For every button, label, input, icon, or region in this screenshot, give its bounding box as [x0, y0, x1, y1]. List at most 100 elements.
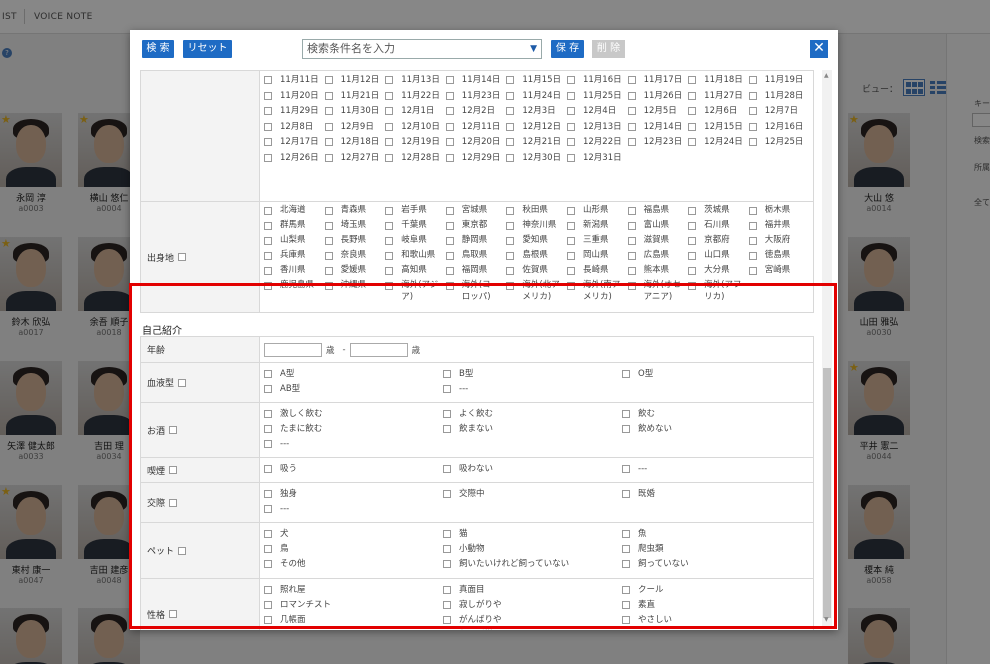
birthplace-option[interactable]: 岡山県 [566, 249, 628, 261]
birthplace-option[interactable]: 神奈川県 [506, 219, 567, 231]
checkbox[interactable] [566, 267, 575, 275]
birthday-option[interactable]: 12月8日 [264, 120, 325, 136]
checkbox[interactable] [748, 237, 757, 245]
checkbox[interactable] [324, 153, 333, 162]
alcohol-option[interactable]: --- [264, 437, 443, 452]
checkbox[interactable] [506, 252, 515, 260]
birthday-option[interactable]: 11月22日 [385, 89, 446, 105]
checkbox[interactable] [264, 282, 272, 290]
checkbox[interactable] [506, 237, 515, 245]
checkbox[interactable] [622, 370, 630, 378]
checkbox[interactable] [627, 207, 636, 215]
checkbox[interactable] [506, 91, 515, 100]
checkbox[interactable] [445, 153, 454, 162]
birthday-option[interactable]: 11月17日 [627, 73, 689, 89]
birthday-option[interactable]: 11月28日 [748, 89, 810, 105]
checkbox[interactable] [622, 490, 630, 498]
birthplace-option[interactable]: 鹿児島県 [264, 279, 325, 291]
checkbox[interactable] [264, 410, 272, 418]
checkbox[interactable] [324, 107, 333, 115]
checkbox[interactable] [688, 207, 697, 215]
blood-option[interactable]: O型 [622, 367, 801, 382]
checkbox[interactable] [385, 91, 394, 100]
birthplace-option[interactable]: 滋賀県 [627, 234, 689, 246]
checkbox[interactable] [622, 545, 630, 553]
personality-all-checkbox[interactable] [169, 610, 178, 618]
birthplace-option[interactable]: 海外(南アメリカ) [566, 279, 628, 306]
checkbox[interactable] [445, 107, 454, 115]
checkbox[interactable] [506, 207, 515, 215]
checkbox[interactable] [264, 138, 272, 146]
condition-name-select[interactable]: 検索条件名を入力 ▼ [302, 39, 542, 59]
checkbox[interactable] [506, 138, 515, 146]
save-button[interactable]: 保 存 [551, 40, 584, 58]
birthday-option[interactable]: 11月11日 [264, 73, 325, 89]
personality-option[interactable]: 照れ屋 [264, 583, 443, 598]
blood-option[interactable]: A型 [264, 367, 443, 382]
pet-option[interactable]: 鳥 [264, 542, 443, 557]
checkbox[interactable] [627, 267, 636, 275]
birthday-option[interactable]: 12月22日 [566, 135, 628, 151]
pet-option[interactable]: 犬 [264, 527, 443, 542]
birthplace-option[interactable]: 山形県 [566, 204, 628, 216]
checkbox[interactable] [688, 107, 697, 115]
checkbox[interactable] [566, 107, 575, 115]
pet-option[interactable]: 飼っていない [622, 557, 801, 572]
birthday-option[interactable]: 12月6日 [688, 104, 749, 120]
checkbox[interactable] [748, 107, 757, 115]
checkbox[interactable] [688, 252, 697, 260]
blood-option[interactable]: AB型 [264, 382, 443, 397]
checkbox[interactable] [748, 76, 757, 84]
birthday-option[interactable]: 12月28日 [385, 151, 446, 167]
checkbox[interactable] [264, 425, 272, 433]
birthday-option[interactable]: 12月30日 [506, 151, 567, 167]
birthday-option[interactable]: 12月11日 [445, 120, 507, 136]
checkbox[interactable] [264, 222, 272, 230]
checkbox[interactable] [748, 222, 757, 230]
checkbox[interactable] [748, 91, 757, 100]
birthplace-option[interactable]: 兵庫県 [264, 249, 325, 261]
birthplace-option[interactable]: 広島県 [627, 249, 689, 261]
checkbox[interactable] [443, 616, 451, 624]
checkbox[interactable] [443, 545, 451, 553]
birthday-option[interactable]: 11月27日 [688, 89, 749, 105]
checkbox[interactable] [445, 122, 454, 131]
checkbox[interactable] [627, 122, 636, 131]
personality-option[interactable]: おおらか [622, 628, 801, 630]
birthplace-option[interactable]: 沖縄県 [324, 279, 386, 291]
checkbox[interactable] [443, 601, 451, 609]
age-min-input[interactable] [264, 343, 322, 357]
smoking-option[interactable]: 吸わない [443, 462, 622, 477]
birthday-option[interactable]: 11月13日 [385, 73, 446, 89]
personality-option[interactable]: 真面目 [443, 583, 622, 598]
birthplace-option[interactable]: 海外(北アメリカ) [506, 279, 567, 306]
checkbox[interactable] [748, 122, 757, 131]
checkbox[interactable] [627, 282, 636, 290]
birthday-option[interactable]: 12月20日 [445, 135, 507, 151]
birthplace-option[interactable]: 愛知県 [506, 234, 567, 246]
personality-option[interactable]: やさしい [622, 613, 801, 628]
birthplace-option[interactable]: 佐賀県 [506, 264, 567, 276]
checkbox[interactable] [506, 153, 515, 162]
checkbox[interactable] [622, 586, 630, 594]
checkbox[interactable] [443, 410, 451, 418]
birthday-option[interactable]: 11月23日 [445, 89, 507, 105]
checkbox[interactable] [748, 138, 757, 146]
checkbox[interactable] [688, 282, 697, 290]
checkbox[interactable] [566, 282, 575, 290]
checkbox[interactable] [445, 282, 454, 290]
birthplace-option[interactable]: 海外(アフリカ) [688, 279, 749, 306]
personality-option[interactable]: がんばりや [443, 613, 622, 628]
birthday-option[interactable]: 12月27日 [324, 151, 386, 167]
checkbox[interactable] [324, 138, 333, 146]
checkbox[interactable] [443, 385, 451, 393]
checkbox[interactable] [566, 138, 575, 146]
checkbox[interactable] [443, 490, 451, 498]
birthplace-option[interactable]: 宮崎県 [748, 264, 810, 276]
birthplace-option[interactable]: 静岡県 [445, 234, 507, 246]
birthplace-option[interactable]: 群馬県 [264, 219, 325, 231]
birthplace-option[interactable]: 海外(ヨーロッパ) [445, 279, 507, 306]
checkbox[interactable] [264, 385, 272, 393]
scroll-up-icon[interactable]: ▲ [824, 72, 829, 79]
birthplace-option[interactable]: 愛媛県 [324, 264, 386, 276]
